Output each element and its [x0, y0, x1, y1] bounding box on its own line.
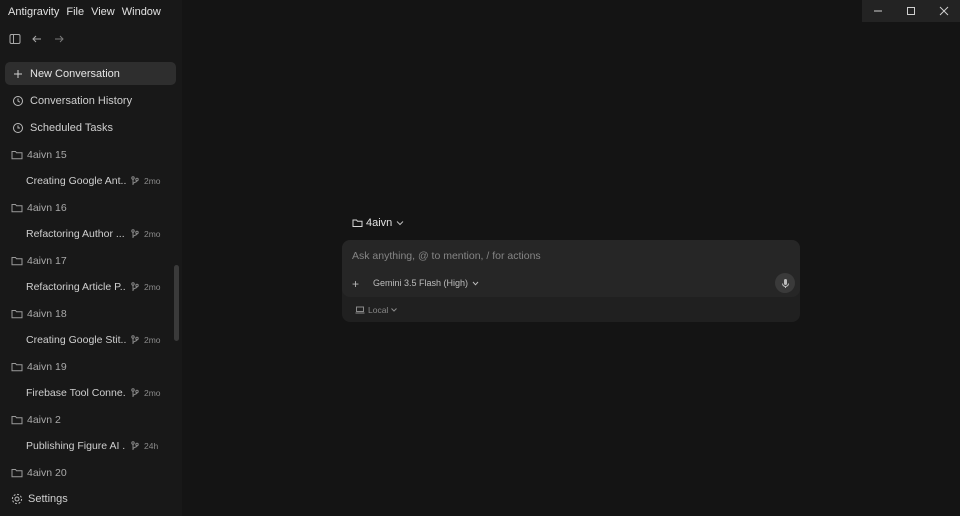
folder-icon [11, 203, 23, 213]
folder-label: 4aivn 18 [27, 307, 67, 320]
clock-icon [12, 122, 24, 134]
conversation-title: Publishing Figure AI ... [26, 440, 126, 452]
conversation-item[interactable]: Firebase Tool Conne... 2mo [0, 378, 172, 408]
conversation-age: 24h [144, 441, 159, 451]
conversation-title: Firebase Tool Conne... [26, 387, 126, 399]
folder-icon [352, 218, 363, 228]
add-context-button[interactable]: + [352, 277, 359, 291]
window-controls [862, 0, 960, 22]
conversation-title: Creating Google Stit... [26, 334, 126, 346]
workspace-folder[interactable]: 4aivn 18 [0, 302, 172, 325]
scheduled-tasks-label: Scheduled Tasks [30, 121, 113, 134]
arrow-right-icon[interactable] [50, 30, 68, 48]
chevron-down-icon [391, 308, 398, 312]
composer-input-area: + Gemini 3.5 Flash (High) [342, 240, 800, 297]
menu-antigravity[interactable]: Antigravity [8, 6, 59, 18]
workspace-selector[interactable]: 4aivn [352, 217, 404, 229]
maximize-button[interactable] [895, 0, 928, 22]
workspace-folder[interactable]: 4aivn 16 [0, 196, 172, 219]
sidebar-nav-controls [6, 30, 72, 48]
model-label: Gemini 3.5 Flash (High) [373, 278, 469, 288]
prompt-input[interactable] [352, 250, 782, 262]
workspace-folder[interactable]: 4aivn 17 [0, 249, 172, 272]
settings-label: Settings [28, 493, 68, 505]
menu-file[interactable]: File [66, 6, 84, 18]
maximize-icon [907, 7, 915, 15]
close-icon [939, 6, 949, 16]
menu-view[interactable]: View [91, 6, 115, 18]
title-bar: Antigravity File View Window [0, 0, 960, 24]
folder-icon [11, 150, 23, 160]
laptop-icon [355, 306, 365, 314]
folder-label: 4aivn 15 [27, 148, 67, 161]
workspace-folder[interactable]: 4aivn 20 [0, 461, 172, 478]
workspace-list[interactable]: 4aivn 15 Creating Google Ant... 2mo 4aivn 1… [0, 148, 182, 478]
minimize-button[interactable] [862, 0, 895, 22]
branch-icon [131, 335, 141, 345]
new-conversation-button[interactable]: New Conversation [5, 62, 176, 85]
conversation-item[interactable]: Refactoring Author ... 2mo [0, 219, 172, 249]
conversation-title: Refactoring Article P... [26, 281, 126, 293]
workspace-name: 4aivn [366, 217, 393, 229]
conversation-age: 2mo [144, 388, 161, 398]
settings-button[interactable]: Settings [11, 493, 68, 505]
microphone-button[interactable] [775, 273, 795, 293]
sidebar-toggle-icon[interactable] [6, 30, 24, 48]
sidebar: New Conversation Conversation History Sc… [0, 24, 182, 516]
close-button[interactable] [927, 0, 960, 22]
branch-icon [131, 176, 141, 186]
chevron-down-icon [396, 220, 404, 226]
menu-bar: Antigravity File View Window [0, 0, 182, 24]
folder-icon [11, 309, 23, 319]
branch-icon [131, 441, 141, 451]
sidebar-scrollbar[interactable] [174, 265, 179, 341]
conversation-age: 2mo [144, 282, 161, 292]
environment-label: Local [368, 305, 389, 315]
folder-icon [11, 415, 23, 425]
workspace-folder[interactable]: 4aivn 2 [0, 408, 172, 431]
plus-icon [12, 68, 24, 80]
conversation-title: Creating Google Ant... [26, 175, 126, 187]
new-conversation-label: New Conversation [30, 67, 120, 80]
folder-label: 4aivn 17 [27, 254, 67, 267]
chat-composer: + Gemini 3.5 Flash (High) Local [342, 240, 800, 322]
folder-label: 4aivn 19 [27, 360, 67, 373]
arrow-left-icon[interactable] [28, 30, 46, 48]
folder-icon [11, 468, 23, 478]
conversation-item[interactable]: Publishing Figure AI ... 24h [0, 431, 172, 461]
conversation-age: 2mo [144, 335, 161, 345]
conversation-item[interactable]: Refactoring Article P... 2mo [0, 272, 172, 302]
environment-selector[interactable]: Local [355, 305, 398, 315]
folder-label: 4aivn 16 [27, 201, 67, 214]
scheduled-tasks-button[interactable]: Scheduled Tasks [5, 116, 176, 139]
folder-icon [11, 362, 23, 372]
chevron-down-icon [472, 281, 479, 286]
folder-icon [11, 256, 23, 266]
branch-icon [131, 388, 141, 398]
conversation-history-button[interactable]: Conversation History [5, 89, 176, 112]
model-selector[interactable]: Gemini 3.5 Flash (High) [373, 278, 479, 288]
microphone-icon [781, 278, 789, 288]
gear-icon [11, 493, 23, 505]
conversation-history-label: Conversation History [30, 94, 133, 107]
conversation-item[interactable]: Creating Google Ant... 2mo [0, 166, 172, 196]
workspace-list-content: 4aivn 15 Creating Google Ant... 2mo 4aivn 1… [0, 148, 172, 478]
branch-icon [131, 229, 141, 239]
minimize-icon [874, 10, 883, 12]
folder-label: 4aivn 20 [27, 466, 67, 479]
conversation-age: 2mo [144, 176, 161, 186]
folder-label: 4aivn 2 [27, 413, 61, 426]
conversation-title: Refactoring Author ... [26, 228, 125, 240]
conversation-item[interactable]: Creating Google Stit... 2mo [0, 325, 172, 355]
workspace-folder[interactable]: 4aivn 15 [0, 148, 172, 166]
branch-icon [131, 282, 141, 292]
workspace-folder[interactable]: 4aivn 19 [0, 355, 172, 378]
history-icon [12, 95, 24, 107]
conversation-age: 2mo [144, 229, 161, 239]
menu-window[interactable]: Window [122, 6, 161, 18]
